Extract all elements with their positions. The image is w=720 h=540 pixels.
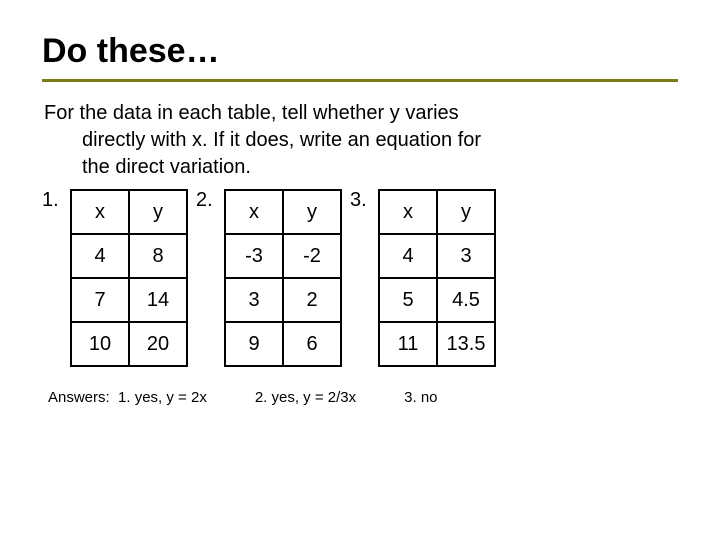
table-row: 5 4.5 [379,278,495,322]
cell: -2 [283,234,341,278]
page-title: Do these… [42,32,678,71]
table-header-row: x y [71,190,187,234]
col-header-y: y [129,190,187,234]
cell: 6 [283,322,341,366]
problem-1: 1. x y 4 8 7 14 10 20 [42,189,196,367]
cell: 5 [379,278,437,322]
cell: 13.5 [437,322,495,366]
problem-label-3: 3. [350,189,378,212]
answers-prefix-group: Answers: 1. yes, y = 2x [48,389,207,406]
cell: 7 [71,278,129,322]
title-block: Do these… [42,32,678,82]
table-header-row: x y [379,190,495,234]
prompt-line-3: the direct variation. [44,154,668,181]
col-header-x: x [379,190,437,234]
col-header-y: y [283,190,341,234]
answer-1: 1. yes, y = 2x [118,389,207,406]
problem-2: 2. x y -3 -2 3 2 9 6 [196,189,350,367]
answers-prefix: Answers: [48,389,110,406]
data-table-1: x y 4 8 7 14 10 20 [70,189,188,367]
cell: 10 [71,322,129,366]
table-row: 4 3 [379,234,495,278]
prompt-line-2: directly with x. If it does, write an eq… [44,127,668,154]
prompt-text: For the data in each table, tell whether… [42,100,678,181]
cell: 3 [437,234,495,278]
answer-2: 2. yes, y = 2/3x [255,389,356,406]
col-header-x: x [71,190,129,234]
answers-line: Answers: 1. yes, y = 2x 2. yes, y = 2/3x… [42,389,678,406]
cell: 3 [225,278,283,322]
data-table-3: x y 4 3 5 4.5 11 13.5 [378,189,496,367]
table-row: 11 13.5 [379,322,495,366]
table-row: -3 -2 [225,234,341,278]
table-row: 3 2 [225,278,341,322]
col-header-y: y [437,190,495,234]
problem-label-2: 2. [196,189,224,212]
tables-row: 1. x y 4 8 7 14 10 20 [42,189,678,367]
cell: 4.5 [437,278,495,322]
cell: 9 [225,322,283,366]
table-row: 7 14 [71,278,187,322]
problem-3: 3. x y 4 3 5 4.5 11 13.5 [350,189,504,367]
cell: 2 [283,278,341,322]
cell: 20 [129,322,187,366]
table-row: 9 6 [225,322,341,366]
answer-3: 3. no [404,389,437,406]
cell: 8 [129,234,187,278]
cell: 11 [379,322,437,366]
prompt-line-1: For the data in each table, tell whether… [44,102,459,124]
cell: 4 [71,234,129,278]
table-row: 10 20 [71,322,187,366]
cell: 14 [129,278,187,322]
cell: -3 [225,234,283,278]
col-header-x: x [225,190,283,234]
table-row: 4 8 [71,234,187,278]
slide: Do these… For the data in each table, te… [0,0,720,426]
table-header-row: x y [225,190,341,234]
cell: 4 [379,234,437,278]
data-table-2: x y -3 -2 3 2 9 6 [224,189,342,367]
problem-label-1: 1. [42,189,70,212]
